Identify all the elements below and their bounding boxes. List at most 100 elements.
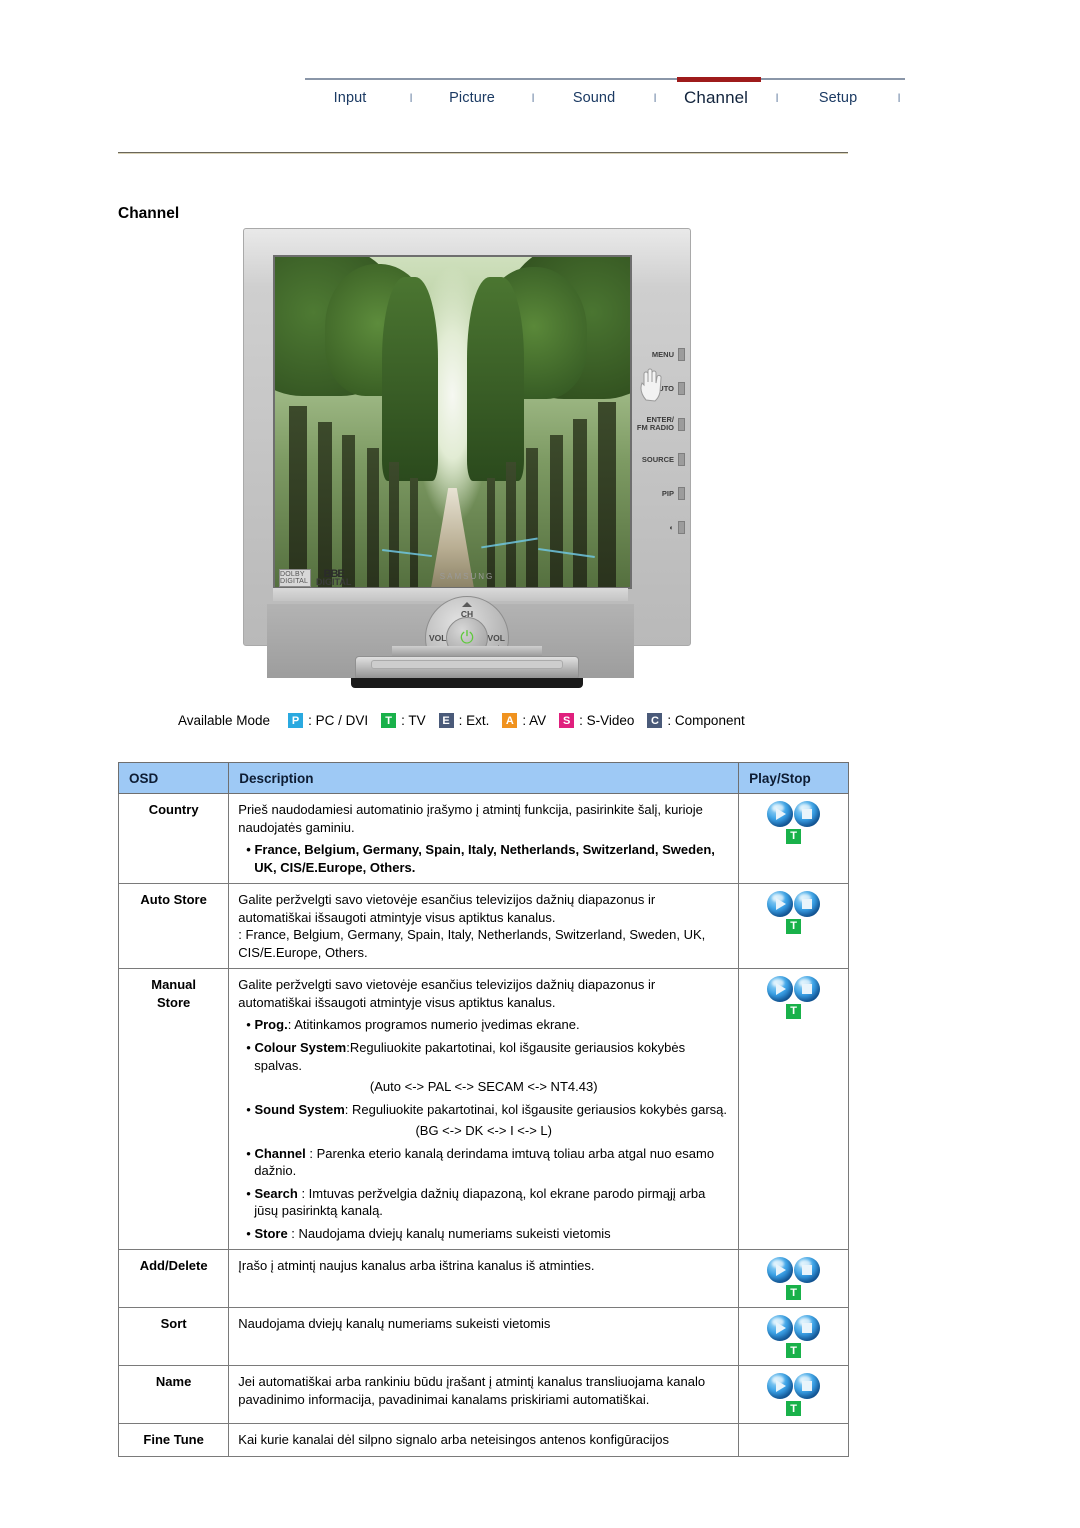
description-bullet: • France, Belgium, Germany, Spain, Italy… [246,842,715,875]
play-stop-control[interactable]: T [767,1373,821,1417]
stop-square-icon [802,809,813,819]
page-title: Channel [118,205,180,222]
mode-badge-t: T: TV [381,713,426,728]
play-stop-control[interactable]: T [767,1315,821,1359]
description-paragraph: Galite peržvelgti savo vietovėje esančiu… [238,892,656,925]
cell-playstop: T [738,883,849,970]
cell-description: Kai kurie kanalai dėl silpno signalo arb… [228,1423,740,1458]
nav-separator: l [653,91,657,105]
play-stop-control[interactable]: T [767,891,821,935]
tree-trunk [388,461,399,587]
monitor-base-inset [371,660,563,669]
stop-icon[interactable] [794,891,821,918]
play-stop-spheres [767,976,821,1003]
play-icon[interactable] [767,891,794,918]
mode-badge-s: S: S-Video [559,713,634,728]
monitor-side-button-label: ENTER/ FM RADIO [636,415,674,432]
nav-tab-input[interactable]: Input [305,78,395,106]
nav-tab-picture[interactable]: Picture [427,78,517,106]
monitor-illustration: DOLBY DIGITAL BBE DIGITAL SAMSUNG CH VOL… [243,228,691,698]
cell-playstop: T [738,1307,849,1367]
description-bullet: • Sound System: Reguliuokite pakartotina… [246,1101,729,1119]
description-paragraph: Galite peržvelgti savo vietovėje esančiu… [238,977,656,1010]
play-icon[interactable] [767,1257,794,1284]
mode-badge-icon: E [438,713,454,728]
bullet-text: : Naudojama dviejų kanalų numeriams suke… [287,1225,611,1241]
play-triangle-icon [776,1264,787,1277]
bbe-logo-sub: DIGITAL [316,577,352,587]
table-row: Add/Delete Įrašo į atmintį naujus kanalus… [117,1249,849,1309]
description-paragraph: Kai kurie kanalai dėl silpno signalo arb… [238,1432,669,1448]
monitor-side-button-label: SOURCE [641,454,674,464]
nav-separator: l [531,91,535,105]
play-triangle-icon [776,898,787,911]
description-bullet: • Search : Imtuvas peržvelgia dažnių dia… [246,1185,729,1220]
cell-description: Prieš naudodamiesi automatinio įrašymo į… [228,792,740,885]
stop-icon[interactable] [794,801,821,827]
tree-trunk [289,405,307,587]
tree-trunk [317,422,332,587]
hand-cursor-icon [640,368,662,402]
play-triangle-icon [776,983,787,996]
monitor-side-button[interactable]: SOURCE [642,453,685,466]
table-row: Sort Naudojama dviejų kanalų numeriams su… [117,1307,849,1367]
stop-square-icon [802,984,813,995]
monitor-side-button[interactable]: PIP [662,487,685,500]
mode-badge-t-icon: T [786,919,802,935]
vol-up-label: VOL [487,633,505,643]
mode-badge-a: A: AV [502,713,546,728]
nav-tab-sound[interactable]: Sound [549,78,639,106]
play-triangle-icon [776,1322,787,1335]
description-paragraph: Jei automatiškai arba rankiniu būdu įraš… [238,1374,706,1408]
dolby-digital-logo: DOLBY DIGITAL [279,569,311,587]
brand-logo: SAMSUNG [439,572,495,581]
mode-badge-t-icon: T [786,1343,802,1359]
nav-tab-channel[interactable]: Channel [671,77,762,108]
stop-icon[interactable] [794,976,821,1003]
bullet-term: Sound System [254,1101,345,1117]
cell-osd-name: Manual Store [117,968,230,1251]
table-row: Country Prieš naudodamiesi automatinio įr… [117,792,849,885]
nav-tab-list: Input l Picture l Sound l Channel l Setup l [305,77,915,124]
monitor-side-button-label: ◐ [669,522,674,532]
bullet-text: : Imtuvas peržvelgia dažnių diapazoną, k… [254,1185,706,1219]
monitor-side-button[interactable]: ENTER/ FM RADIO [637,416,685,432]
stop-icon[interactable] [794,1315,821,1342]
cell-description: Naudojama dviejų kanalų numeriams sukeis… [228,1307,740,1367]
stop-icon[interactable] [794,1373,821,1400]
bullet-term: Store [254,1225,288,1241]
description-paragraph: Naudojama dviejų kanalų numeriams sukeis… [238,1316,551,1332]
cell-playstop [738,1423,849,1458]
play-icon[interactable] [767,801,794,827]
play-stop-control[interactable]: T [767,976,821,1020]
monitor-screen [273,255,632,589]
monitor-side-button[interactable]: ◐ [669,521,685,534]
play-icon[interactable] [767,1373,794,1400]
chevron-up-icon [462,602,472,607]
nav-separator: l [897,91,901,105]
play-icon[interactable] [767,976,794,1003]
mode-badge-t-icon: T [786,829,802,844]
nav-tab-setup[interactable]: Setup [793,78,883,106]
table-row: Name Jei automatiškai arba rankiniu būdu … [117,1365,849,1425]
cell-description: Galite peržvelgti savo vietovėje esančiu… [228,968,740,1251]
button-nub-icon [678,487,685,500]
mode-badge-t-icon: T [786,1401,802,1417]
button-nub-icon [678,453,685,466]
play-stop-spheres [767,1257,821,1284]
stop-square-icon [802,899,813,910]
monitor-side-button[interactable]: MENU [652,348,685,361]
stop-square-icon [802,1265,813,1276]
mode-badge-c: C: Component [647,713,745,728]
play-stop-control[interactable]: T [767,801,821,844]
top-navigation: Input l Picture l Sound l Channel l Setup l [0,77,1080,124]
play-icon[interactable] [767,1315,794,1342]
tree-trunk [573,418,588,587]
available-mode-list: P: PC / DVI T: TV E: Ext. A: AV S: S-Video C:… [288,713,758,728]
monitor-stand-neck [392,646,542,656]
column-header-description: Description [228,762,740,794]
stop-icon[interactable] [794,1257,821,1284]
monitor-side-button-label: PIP [661,488,674,498]
cell-playstop: T [738,792,849,885]
play-stop-control[interactable]: T [767,1257,821,1301]
